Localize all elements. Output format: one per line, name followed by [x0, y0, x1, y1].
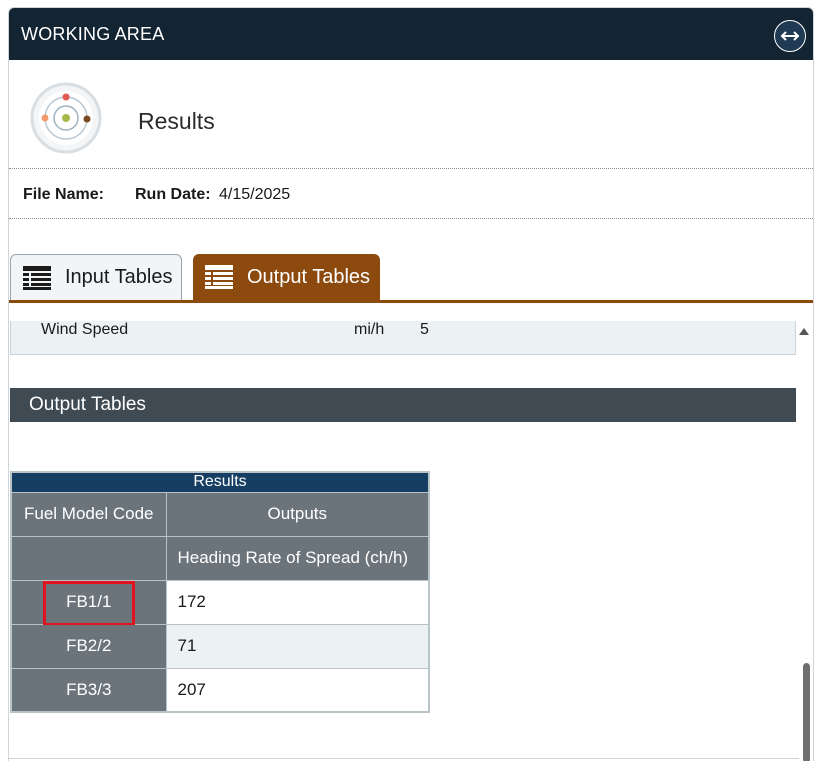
section-title: Output Tables: [29, 394, 146, 415]
divider: [9, 218, 813, 219]
table-title: Results: [10, 471, 430, 493]
tab-label: Input Tables: [65, 266, 173, 288]
row-label: Wind Speed: [41, 321, 129, 338]
column-subheader-rate-of-spread: Heading Rate of Spread (ch/h): [165, 535, 430, 581]
run-date-label: Run Date:: [135, 186, 211, 203]
expand-button[interactable]: [774, 20, 806, 52]
tab-label: Output Tables: [247, 265, 371, 288]
column-subheader-empty: [10, 535, 167, 581]
table-icon: [23, 265, 51, 290]
output-scroll-area[interactable]: Wind Speed mi/h 5 Output Tables Results …: [9, 303, 813, 761]
results-table: Results Fuel Model Code Outputs Heading …: [10, 471, 430, 713]
divider: [9, 168, 813, 169]
target-orbit-logo: [30, 82, 102, 154]
arrows-horizontal-icon: [780, 31, 800, 41]
divider: [9, 758, 799, 759]
section-header: Output Tables: [10, 388, 796, 422]
scrollbar-thumb[interactable]: [803, 663, 810, 761]
output-value-cell: 172: [165, 579, 430, 625]
tab-input-tables[interactable]: Input Tables: [10, 254, 182, 300]
panel-title: WORKING AREA: [21, 24, 165, 44]
output-value-cell: 207: [165, 667, 430, 713]
fuel-model-code-cell[interactable]: FB3/3: [10, 667, 167, 713]
page-title: Results: [138, 108, 215, 134]
run-date-value: 4/15/2025: [219, 186, 291, 203]
scroll-up-arrow-icon[interactable]: [799, 328, 809, 335]
column-header-outputs: Outputs: [165, 491, 430, 537]
output-value-cell: 71: [165, 623, 430, 669]
row-unit: mi/h: [354, 321, 385, 338]
input-row-wind-speed: Wind Speed mi/h 5: [10, 321, 796, 355]
tab-output-tables[interactable]: Output Tables: [193, 254, 380, 300]
fuel-model-code-cell[interactable]: FB1/1: [10, 579, 167, 626]
highlight-box: [43, 580, 135, 626]
table-row: FB2/2 71: [10, 623, 430, 669]
fuel-model-code-cell[interactable]: FB2/2: [10, 623, 167, 669]
table-icon: [205, 265, 233, 289]
table-row: FB3/3 207: [10, 667, 430, 713]
file-name-label: File Name:: [23, 186, 104, 203]
column-header-fuel-model-code: Fuel Model Code: [10, 491, 167, 537]
table-row: FB1/1 172: [10, 579, 430, 626]
working-area-panel: WORKING AREA Results File Name: Run Date…: [8, 7, 814, 761]
panel-header: WORKING AREA: [9, 8, 813, 60]
row-value: 5: [420, 321, 429, 338]
